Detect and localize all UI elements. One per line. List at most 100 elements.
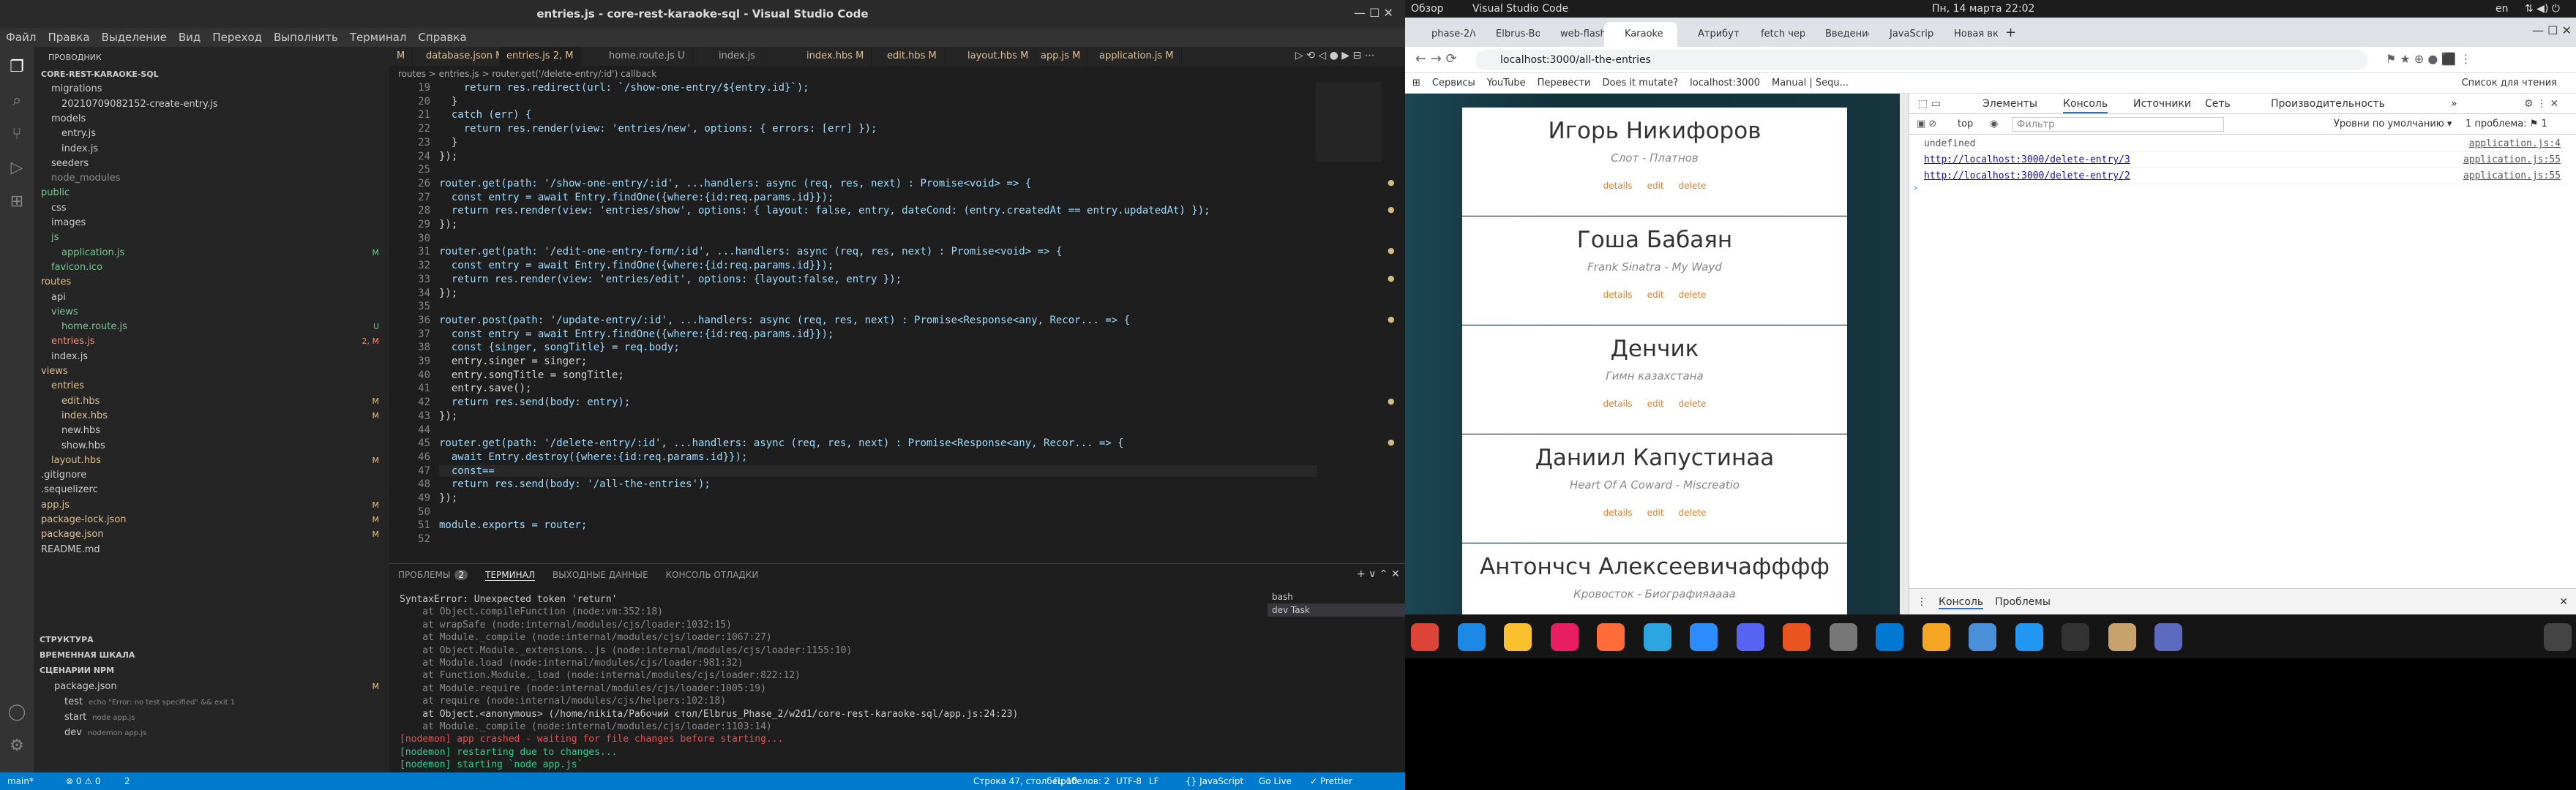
source-control-icon[interactable]: ⑂ — [0, 118, 34, 151]
editor-tab[interactable]: edit.hbs M — [880, 47, 945, 66]
window-controls[interactable]: — ☐ ✕ — [1354, 6, 1393, 20]
chrome-icon[interactable] — [1411, 623, 1439, 651]
tree-item[interactable]: .gitignore — [34, 467, 389, 483]
details-link[interactable]: details — [1603, 290, 1633, 300]
code-line[interactable]: router.post(path: '/update-entry/:id', .… — [439, 315, 1317, 326]
tree-item[interactable]: routes — [34, 274, 389, 290]
menu-item[interactable]: Правка — [42, 28, 95, 47]
panel-tab[interactable]: 2 — [454, 570, 468, 580]
bookmark-item[interactable]: Manual | Sequ... — [1772, 78, 1849, 89]
edit-link[interactable]: edit — [1647, 399, 1664, 409]
devtools-settings-icon[interactable]: ⚙ ⋮ ✕ — [2524, 94, 2558, 114]
delete-link[interactable]: delete — [1679, 399, 1707, 409]
nav-buttons[interactable]: ← → ⟳ — [1415, 51, 1457, 67]
code-line[interactable]: }); — [439, 287, 1317, 299]
bookmark-item[interactable]: localhost:3000 — [1690, 78, 1760, 89]
devtools-tab[interactable]: » — [2451, 94, 2457, 114]
code-line[interactable]: const {singer, songTitle} = req.body; — [439, 342, 1317, 353]
npm-script[interactable]: test echo "Error: no test specified" && e… — [34, 694, 389, 710]
browser-tab[interactable]: Karaoke — [1604, 22, 1677, 47]
code-line[interactable]: return res.render(view: 'entries/edit', … — [439, 274, 1317, 285]
tree-item[interactable]: CORE-REST-KARAOKE-SQL — [34, 67, 389, 82]
drawer-tab[interactable]: Проблемы — [1995, 596, 2051, 608]
panel-actions[interactable]: + ∨ ⌃ ✕ — [1357, 568, 1400, 580]
console-source-link[interactable]: application.js:55 — [2463, 168, 2561, 184]
panel-tab[interactable]: ПРОБЛЕМЫ — [398, 570, 450, 580]
menu-item[interactable]: Терминал — [344, 28, 413, 47]
tree-item[interactable]: app.js M — [34, 497, 389, 513]
console-message[interactable]: http://localhost:3000/delete-entry/3 appl… — [1924, 152, 2568, 168]
usb-icon[interactable] — [2108, 623, 2136, 651]
browser-tab[interactable]: Новая вкла — [1933, 22, 1998, 47]
tree-item[interactable]: api — [34, 290, 389, 305]
delete-link[interactable]: delete — [1679, 181, 1707, 191]
devtools-tab[interactable]: Консоль — [2063, 94, 2108, 113]
editor-tab[interactable]: home.route.js U — [602, 47, 693, 66]
tree-item[interactable]: js — [34, 230, 389, 245]
tree-item[interactable]: views — [34, 364, 389, 379]
editor-tab[interactable]: layout.hbs M — [960, 47, 1037, 66]
tree-item[interactable]: views — [34, 304, 389, 320]
reading-list[interactable]: Список для чтения — [2462, 73, 2557, 94]
code-line[interactable]: }); — [439, 492, 1317, 504]
sidebar-section-header[interactable]: ВРЕМЕННАЯ ШКАЛА — [34, 647, 389, 663]
status-right-item[interactable]: UTF-8 — [1116, 772, 1142, 790]
editor-tab[interactable]: entries.js 2, M — [499, 47, 582, 66]
code-line[interactable]: }); — [439, 219, 1317, 230]
editor-tab[interactable]: app.js M — [1033, 47, 1089, 66]
tree-item[interactable]: public — [34, 185, 389, 200]
browser-tab[interactable]: Атрибут da — [1677, 22, 1742, 47]
status-left-item[interactable]: ⊗ 0 ⚠ 0 — [66, 772, 101, 790]
status-right-item[interactable]: LF — [1149, 772, 1159, 790]
search-icon[interactable]: ⌕ — [0, 85, 34, 117]
slack-icon[interactable] — [1550, 623, 1579, 651]
chrome-window-controls[interactable]: — ☐ ✕ — [2532, 23, 2572, 37]
tree-item[interactable]: application.js M — [34, 245, 389, 260]
text-editor-icon[interactable] — [2154, 623, 2182, 651]
extension-icons[interactable]: ⚑ ★ ⊕ ● ⬛ ⋮ — [2386, 52, 2471, 66]
tree-item[interactable]: index.js — [34, 349, 389, 364]
status-right-item[interactable]: {} JavaScript — [1186, 772, 1243, 790]
console-sidebar-icon[interactable]: ▣ ⊘ — [1917, 114, 1936, 135]
run-debug-icon[interactable]: ▷ — [0, 152, 34, 184]
documents-icon[interactable] — [1969, 623, 1996, 651]
tree-item[interactable]: node_modules — [34, 170, 389, 186]
code-line[interactable]: router.get(path: '/edit-one-entry-form/:… — [439, 246, 1317, 257]
bookmark-item[interactable]: Перевести — [1538, 78, 1591, 89]
context-select[interactable]: top — [1958, 114, 1973, 135]
editor-actions[interactable]: ▷ ⟲ ◁ ● ▶ ⊟ ⋯ — [1295, 50, 1375, 61]
telegram-icon[interactable] — [1643, 623, 1671, 651]
tree-item[interactable]: images — [34, 215, 389, 230]
devtools-tab[interactable]: Сеть — [2205, 94, 2231, 114]
tree-item[interactable]: entries.js 2, M — [34, 334, 389, 349]
tree-item[interactable]: layout.hbs M — [34, 453, 389, 468]
code-line[interactable]: entry.singer = singer; — [439, 356, 1317, 367]
npm-script[interactable]: start node app.js — [34, 710, 389, 725]
tree-item[interactable]: index.js — [34, 141, 389, 157]
terminal-list[interactable]: bash dev Task — [1268, 590, 1405, 617]
tree-item[interactable]: models — [34, 111, 389, 127]
clock[interactable]: Пн, 14 марта 22:02 — [1932, 0, 2034, 18]
sidebar-section-header[interactable]: СТРУКТУРА — [34, 632, 389, 647]
tree-item[interactable]: home.route.js U — [34, 319, 389, 334]
status-left-item[interactable]: main* — [7, 772, 34, 790]
app-center-icon[interactable] — [1783, 623, 1811, 651]
code-line[interactable]: router.get(path: '/delete-entry/:id', ..… — [439, 437, 1317, 449]
page-scrollbar[interactable] — [1900, 94, 1909, 614]
edit-link[interactable]: edit — [1647, 508, 1664, 518]
postman-icon[interactable] — [1597, 623, 1625, 651]
issues-counter[interactable]: 1 проблема: ⚑ 1 — [2465, 114, 2547, 135]
devtools-tab[interactable]: Элементы — [1982, 94, 2037, 114]
menu-item[interactable]: Файл — [0, 28, 42, 47]
code-line[interactable]: return res.send(body: '/all-the-entries'… — [439, 478, 1317, 490]
editor-tab[interactable]: index.js — [711, 47, 764, 66]
editor-tab[interactable]: M — [389, 47, 413, 66]
vscode-icon[interactable] — [1457, 623, 1486, 651]
settings-gear-icon[interactable]: ⚙ — [0, 730, 34, 762]
tree-item[interactable]: 20210709082152-create-entry.js — [34, 97, 389, 112]
menu-item[interactable]: Вид — [173, 28, 206, 47]
extensions-icon[interactable]: ⊞ — [0, 186, 34, 218]
code-line[interactable]: return res.redirect(url: `/show-one-entr… — [439, 82, 1317, 94]
menu-item[interactable]: Справка — [412, 28, 472, 47]
focused-app-name[interactable]: Visual Studio Code — [1472, 0, 1568, 18]
